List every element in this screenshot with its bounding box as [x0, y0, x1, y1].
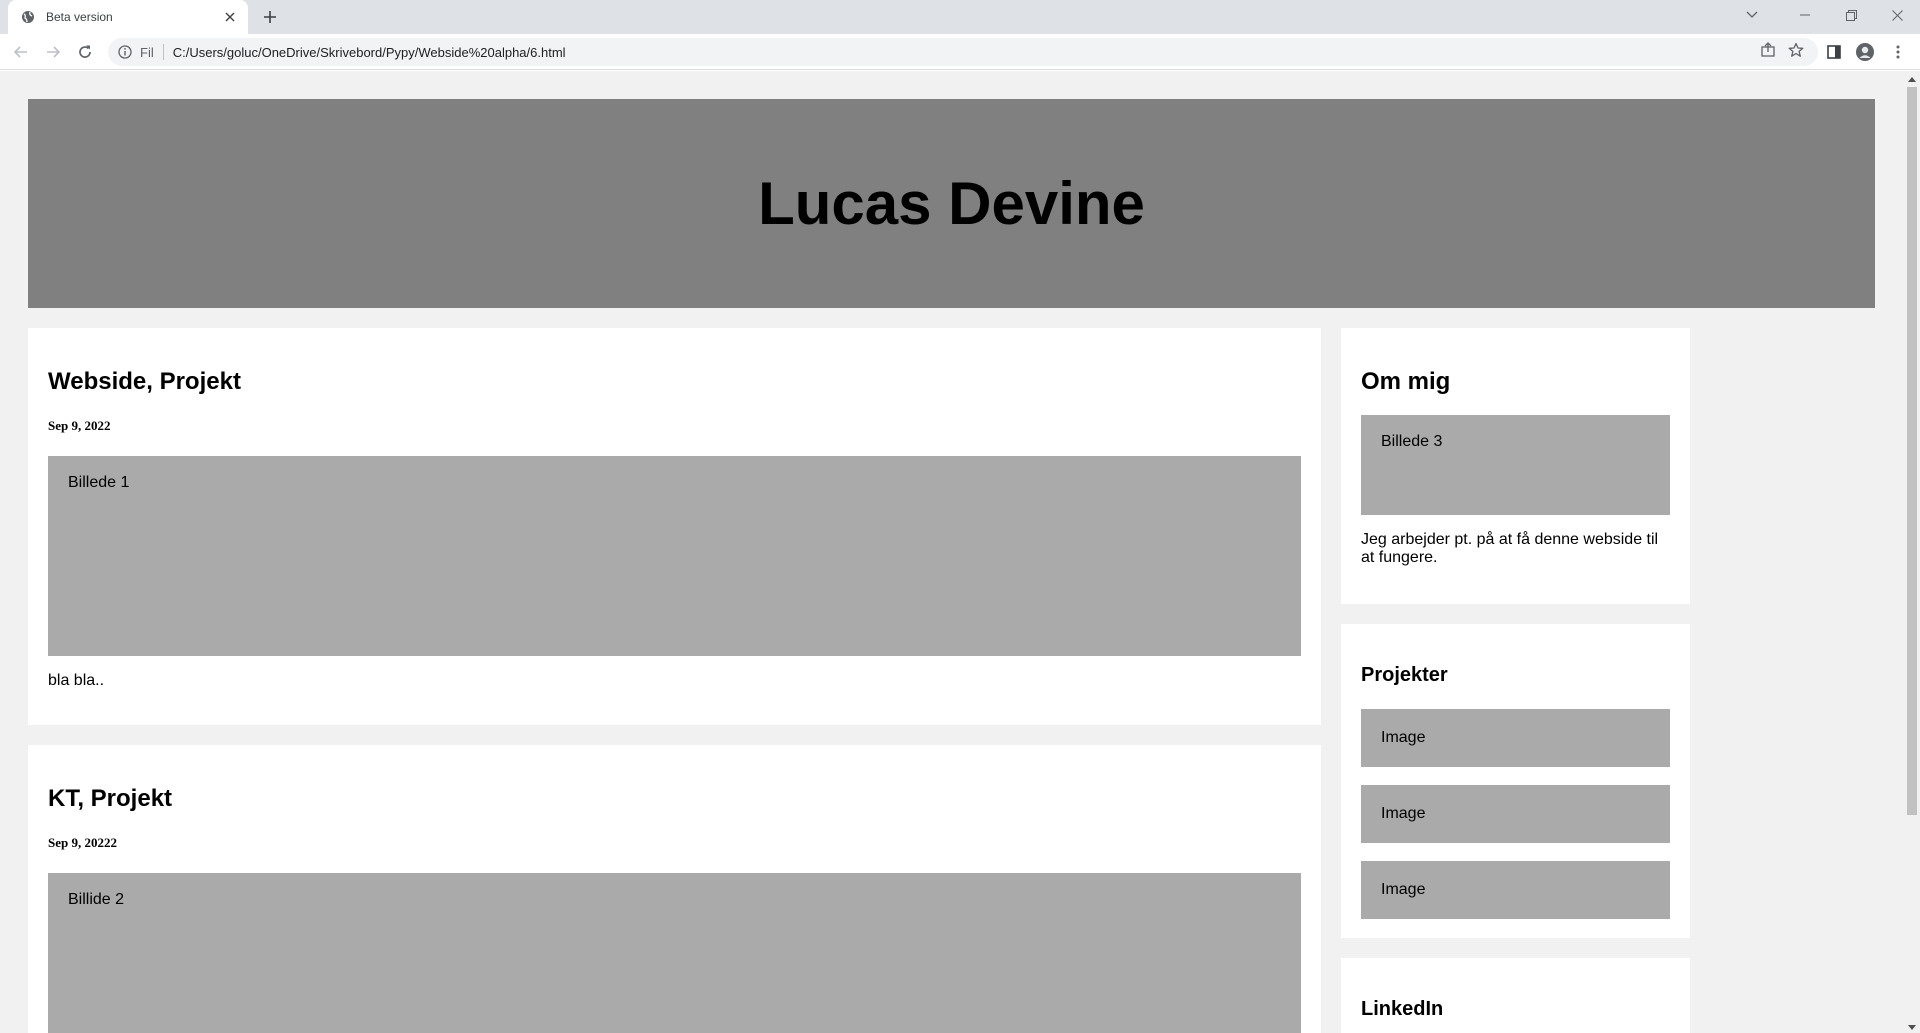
- post-title: Webside, Projekt: [48, 368, 241, 395]
- post-image-placeholder: Billide 2: [48, 873, 1301, 1033]
- tab-search-button[interactable]: [1736, 0, 1768, 30]
- minimize-button[interactable]: [1782, 0, 1828, 30]
- profile-button[interactable]: [1851, 38, 1879, 66]
- page-header: Lucas Devine: [28, 99, 1875, 308]
- browser-tab[interactable]: Beta version: [8, 0, 248, 34]
- projects-title: Projekter: [1361, 664, 1448, 686]
- chevron-down-icon: [1746, 11, 1758, 18]
- post-card: KT, Projekt Sep 9, 20222 Billide 2: [28, 745, 1321, 1033]
- post-date: Sep 9, 2022: [48, 418, 111, 433]
- back-button[interactable]: [7, 38, 35, 66]
- url-text[interactable]: C:/Users/goluc/OneDrive/Skrivebord/Pypy/…: [173, 45, 566, 60]
- site-info-button[interactable]: Fil: [118, 45, 154, 60]
- image-label: Image: [1381, 881, 1426, 898]
- side-panel-button[interactable]: [1820, 38, 1848, 66]
- image-label: Billide 2: [68, 891, 125, 908]
- post-text: bla bla..: [48, 672, 105, 689]
- close-icon: [1891, 9, 1903, 21]
- globe-icon: [20, 9, 36, 25]
- address-bar[interactable]: Fil C:/Users/goluc/OneDrive/Skrivebord/P…: [108, 38, 1818, 66]
- reload-icon: [79, 45, 91, 58]
- side-panel-icon: [1827, 45, 1841, 59]
- avatar-icon: [1856, 43, 1874, 61]
- scrollbar-thumb[interactable]: [1907, 87, 1917, 815]
- page-viewport: Lucas Devine Webside, Projekt Sep 9, 202…: [0, 71, 1920, 1033]
- scroll-up-arrow-icon[interactable]: [1907, 75, 1916, 83]
- linkedin-card: LinkedIn: [1341, 958, 1690, 1033]
- post-image-placeholder: Billede 1: [48, 456, 1301, 656]
- tab-strip: Beta version: [0, 0, 1920, 34]
- bookmark-star-icon[interactable]: [1788, 42, 1804, 63]
- post-date: Sep 9, 20222: [48, 835, 117, 850]
- image-label: Billede 1: [68, 474, 130, 491]
- more-vert-icon: [1896, 45, 1900, 59]
- tab-title: Beta version: [46, 10, 113, 24]
- omnibox-divider: [162, 44, 164, 60]
- reload-button[interactable]: [71, 38, 99, 66]
- restore-button[interactable]: [1828, 0, 1874, 30]
- info-icon: [118, 45, 132, 59]
- page-title: Lucas Devine: [758, 170, 1145, 237]
- projects-card: Projekter Image Image Image: [1341, 624, 1690, 938]
- image-label: Image: [1381, 805, 1426, 822]
- project-image-placeholder: Image: [1361, 709, 1670, 767]
- image-label: Image: [1381, 729, 1426, 746]
- about-title: Om mig: [1361, 368, 1451, 395]
- site-info-label: Fil: [140, 44, 154, 60]
- post-title: KT, Projekt: [48, 785, 173, 812]
- linkedin-title: LinkedIn: [1361, 998, 1444, 1020]
- page-scrollbar[interactable]: [1903, 71, 1920, 1033]
- arrow-right-icon: [47, 46, 61, 58]
- about-card: Om mig Billede 3 Jeg arbejder pt. på at …: [1341, 328, 1690, 604]
- about-text: Jeg arbejder pt. på at få denne webside …: [1361, 531, 1659, 566]
- share-icon[interactable]: [1760, 42, 1776, 63]
- scroll-down-arrow-icon[interactable]: [1907, 1023, 1916, 1031]
- plus-icon: [264, 11, 276, 23]
- close-tab-icon[interactable]: [222, 9, 238, 25]
- project-image-placeholder: Image: [1361, 861, 1670, 919]
- about-image-placeholder: Billede 3: [1361, 415, 1670, 515]
- project-image-placeholder: Image: [1361, 785, 1670, 843]
- close-window-button[interactable]: [1874, 0, 1920, 30]
- restore-icon: [1845, 9, 1857, 21]
- forward-button[interactable]: [39, 38, 67, 66]
- browser-toolbar: Fil C:/Users/goluc/OneDrive/Skrivebord/P…: [0, 34, 1920, 70]
- new-tab-button[interactable]: [258, 6, 282, 28]
- post-card: Webside, Projekt Sep 9, 2022 Billede 1 b…: [28, 328, 1321, 725]
- image-label: Billede 3: [1381, 433, 1443, 450]
- minimize-icon: [1800, 14, 1810, 16]
- menu-button[interactable]: [1884, 38, 1912, 66]
- arrow-left-icon: [13, 46, 27, 58]
